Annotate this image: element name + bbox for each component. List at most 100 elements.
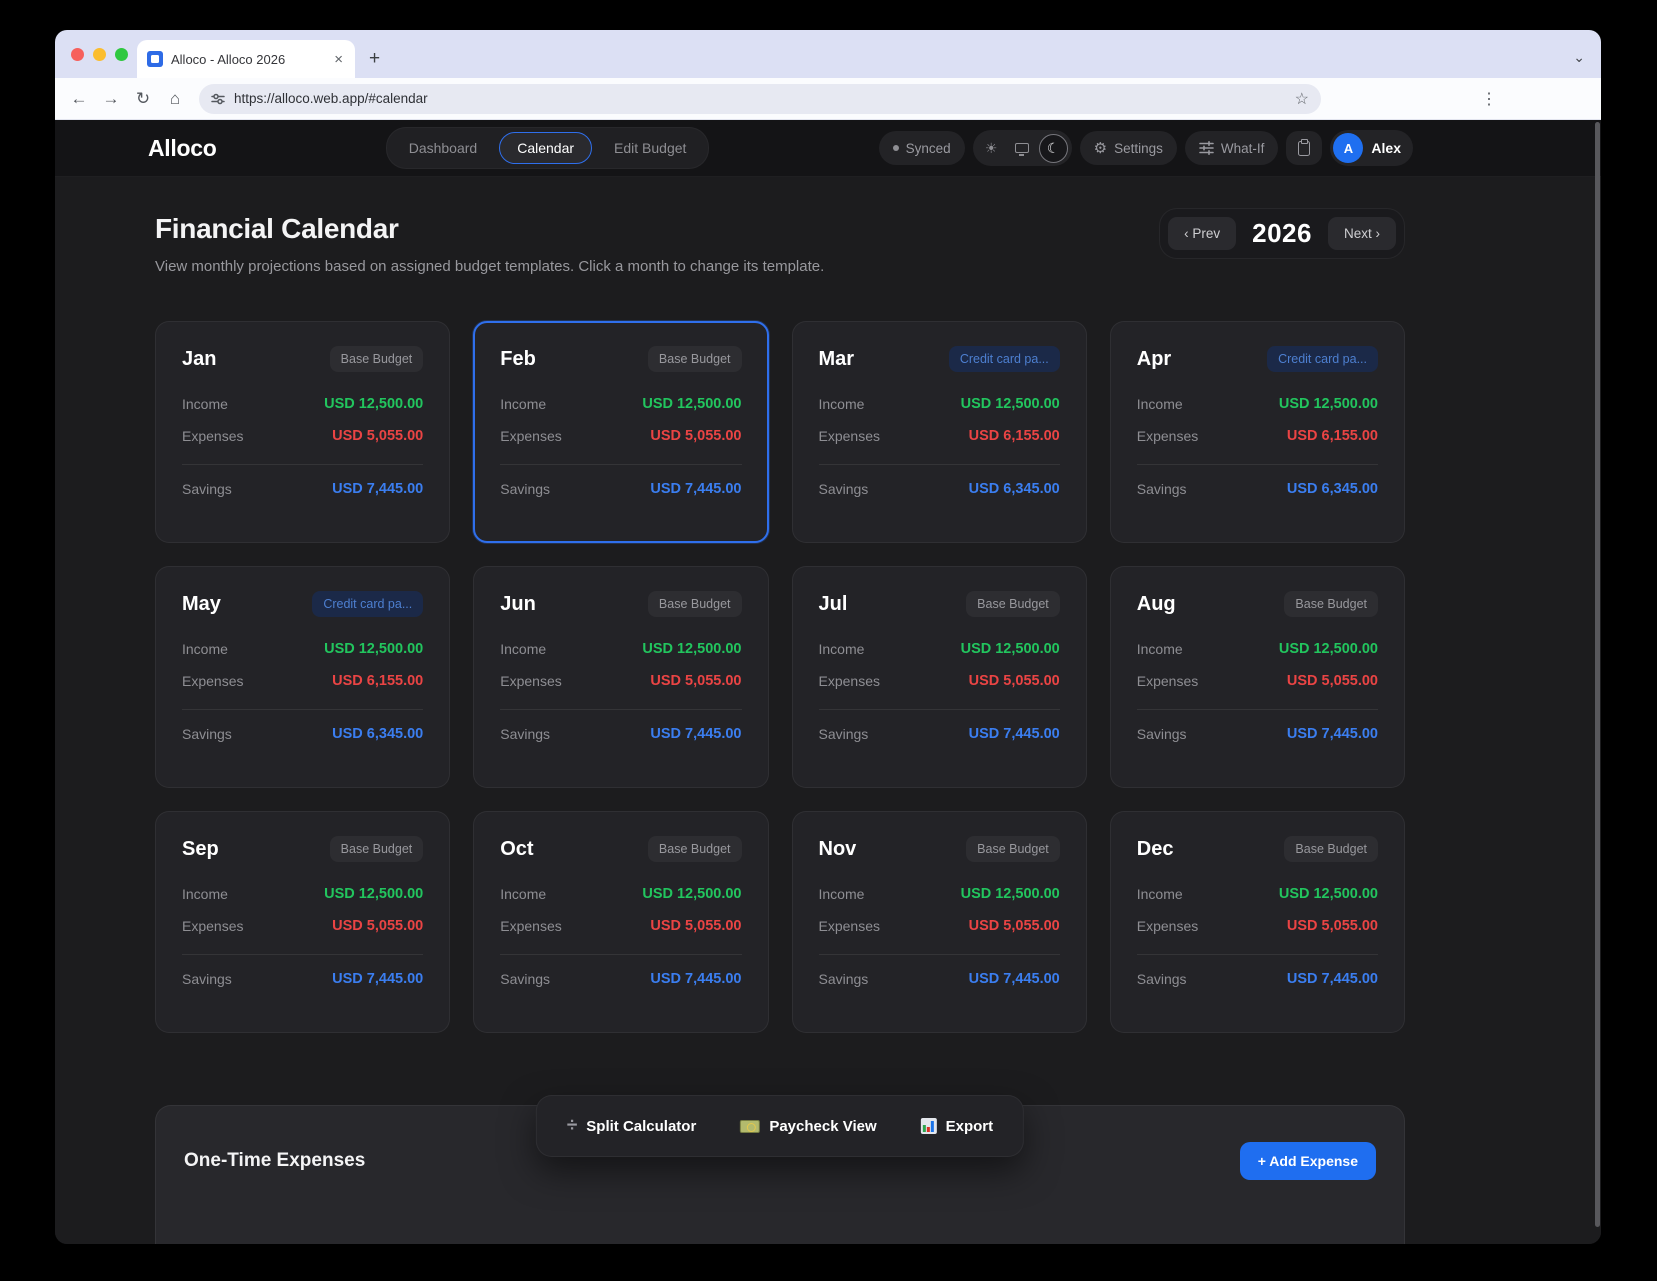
export-label: Export <box>946 1118 994 1135</box>
bar-chart-icon <box>921 1118 937 1134</box>
year-navigation: ‹ Prev 2026 Next › <box>1159 208 1405 259</box>
paycheck-view-button[interactable]: Paycheck View <box>740 1115 876 1137</box>
expenses-value: USD 5,055.00 <box>650 918 741 934</box>
divider <box>819 954 1060 955</box>
budget-template-badge: Credit card pa... <box>312 591 423 617</box>
settings-button[interactable]: ⚙ Settings <box>1080 131 1177 165</box>
next-year-button[interactable]: Next › <box>1328 217 1396 250</box>
divider <box>500 954 741 955</box>
expenses-label: Expenses <box>819 918 880 934</box>
income-value: USD 12,500.00 <box>324 396 423 412</box>
income-value: USD 12,500.00 <box>324 886 423 902</box>
month-card[interactable]: Jan Base Budget Income USD 12,500.00 Exp… <box>155 321 450 543</box>
reload-button[interactable]: ↻ <box>127 89 159 109</box>
income-label: Income <box>500 641 546 657</box>
income-value: USD 12,500.00 <box>961 641 1060 657</box>
expenses-value: USD 5,055.00 <box>969 673 1060 689</box>
savings-label: Savings <box>182 481 232 497</box>
prev-year-button[interactable]: ‹ Prev <box>1168 217 1236 250</box>
month-card[interactable]: Dec Base Budget Income USD 12,500.00 Exp… <box>1110 811 1405 1033</box>
nav-tab-edit-budget[interactable]: Edit Budget <box>596 132 704 164</box>
income-value: USD 12,500.00 <box>1279 641 1378 657</box>
expenses-value: USD 5,055.00 <box>969 918 1060 934</box>
month-card[interactable]: Feb Base Budget Income USD 12,500.00 Exp… <box>473 321 768 543</box>
theme-toggle: ☀ ☾ <box>973 130 1072 166</box>
savings-label: Savings <box>1137 481 1187 497</box>
browser-toolbar: ← → ↻ ⌂ https://alloco.web.app/#calendar… <box>55 78 1601 120</box>
expenses-label: Expenses <box>819 428 880 444</box>
budget-template-badge: Base Budget <box>648 346 742 372</box>
forward-button[interactable]: → <box>95 89 127 109</box>
income-value: USD 12,500.00 <box>961 886 1060 902</box>
user-name: Alex <box>1371 140 1401 156</box>
maximize-window-button[interactable] <box>115 48 128 61</box>
savings-label: Savings <box>182 726 232 742</box>
bookmark-star-icon[interactable]: ☆ <box>1295 89 1309 109</box>
user-menu[interactable]: A Alex <box>1330 130 1413 166</box>
page-scrollbar[interactable] <box>1595 122 1600 1227</box>
month-card[interactable]: May Credit card pa... Income USD 12,500.… <box>155 566 450 788</box>
month-name: Mar <box>819 348 855 371</box>
month-name: Jan <box>182 348 216 371</box>
theme-light-button[interactable]: ☀ <box>977 134 1006 163</box>
month-card[interactable]: Apr Credit card pa... Income USD 12,500.… <box>1110 321 1405 543</box>
income-label: Income <box>1137 641 1183 657</box>
sun-icon: ☀ <box>985 140 998 157</box>
tab-close-icon[interactable]: × <box>332 51 345 68</box>
month-card[interactable]: Jun Base Budget Income USD 12,500.00 Exp… <box>473 566 768 788</box>
expenses-value: USD 6,155.00 <box>332 673 423 689</box>
expenses-value: USD 6,155.00 <box>1287 428 1378 444</box>
sliders-icon <box>1199 141 1214 155</box>
nav-tab-dashboard[interactable]: Dashboard <box>391 132 496 164</box>
month-card[interactable]: Aug Base Budget Income USD 12,500.00 Exp… <box>1110 566 1405 788</box>
divider <box>182 464 423 465</box>
clipboard-button[interactable] <box>1286 131 1322 165</box>
what-if-button[interactable]: What-If <box>1185 131 1279 165</box>
url-bar[interactable]: https://alloco.web.app/#calendar ☆ <box>199 84 1321 114</box>
home-button[interactable]: ⌂ <box>159 89 191 109</box>
month-name: Feb <box>500 348 536 371</box>
savings-label: Savings <box>500 481 550 497</box>
quick-actions-toolbar: ÷ Split Calculator Paycheck View Export <box>536 1095 1024 1157</box>
export-button[interactable]: Export <box>921 1115 994 1137</box>
month-card[interactable]: Mar Credit card pa... Income USD 12,500.… <box>792 321 1087 543</box>
expenses-value: USD 5,055.00 <box>1287 673 1378 689</box>
one-time-expenses-title: One-Time Expenses <box>184 1142 365 1172</box>
theme-dark-button[interactable]: ☾ <box>1039 134 1068 163</box>
theme-system-button[interactable] <box>1008 134 1037 163</box>
what-if-label: What-If <box>1221 141 1265 156</box>
minimize-window-button[interactable] <box>93 48 106 61</box>
back-button[interactable]: ← <box>63 89 95 109</box>
month-card[interactable]: Nov Base Budget Income USD 12,500.00 Exp… <box>792 811 1087 1033</box>
app-logo[interactable]: Alloco <box>148 135 216 162</box>
tab-title: Alloco - Alloco 2026 <box>171 52 324 67</box>
browser-menu-icon[interactable]: ⋮ <box>1481 89 1497 109</box>
income-label: Income <box>819 886 865 902</box>
month-grid: Jan Base Budget Income USD 12,500.00 Exp… <box>155 321 1405 1033</box>
month-card[interactable]: Sep Base Budget Income USD 12,500.00 Exp… <box>155 811 450 1033</box>
month-name: Nov <box>819 838 857 861</box>
close-window-button[interactable] <box>71 48 84 61</box>
month-card[interactable]: Oct Base Budget Income USD 12,500.00 Exp… <box>473 811 768 1033</box>
split-calculator-button[interactable]: ÷ Split Calculator <box>567 1115 696 1137</box>
page-content: Financial Calendar View monthly projecti… <box>55 177 1601 1244</box>
savings-label: Savings <box>819 971 869 987</box>
new-tab-button[interactable]: + <box>369 48 380 78</box>
expenses-label: Expenses <box>1137 673 1198 689</box>
tab-search-chevron-icon[interactable]: ⌄ <box>1573 49 1585 66</box>
url-text[interactable]: https://alloco.web.app/#calendar <box>234 91 1286 106</box>
budget-template-badge: Base Budget <box>966 591 1060 617</box>
settings-label: Settings <box>1114 141 1163 156</box>
month-card[interactable]: Jul Base Budget Income USD 12,500.00 Exp… <box>792 566 1087 788</box>
month-name: Oct <box>500 838 533 861</box>
browser-tab[interactable]: Alloco - Alloco 2026 × <box>137 40 355 78</box>
site-settings-icon[interactable] <box>211 92 225 106</box>
divider <box>500 464 741 465</box>
income-label: Income <box>819 396 865 412</box>
month-name: Aug <box>1137 593 1176 616</box>
expenses-label: Expenses <box>500 918 561 934</box>
savings-value: USD 7,445.00 <box>650 971 741 987</box>
nav-tab-calendar[interactable]: Calendar <box>499 132 592 164</box>
split-calculator-label: Split Calculator <box>586 1118 696 1135</box>
add-expense-button[interactable]: + Add Expense <box>1240 1142 1376 1180</box>
